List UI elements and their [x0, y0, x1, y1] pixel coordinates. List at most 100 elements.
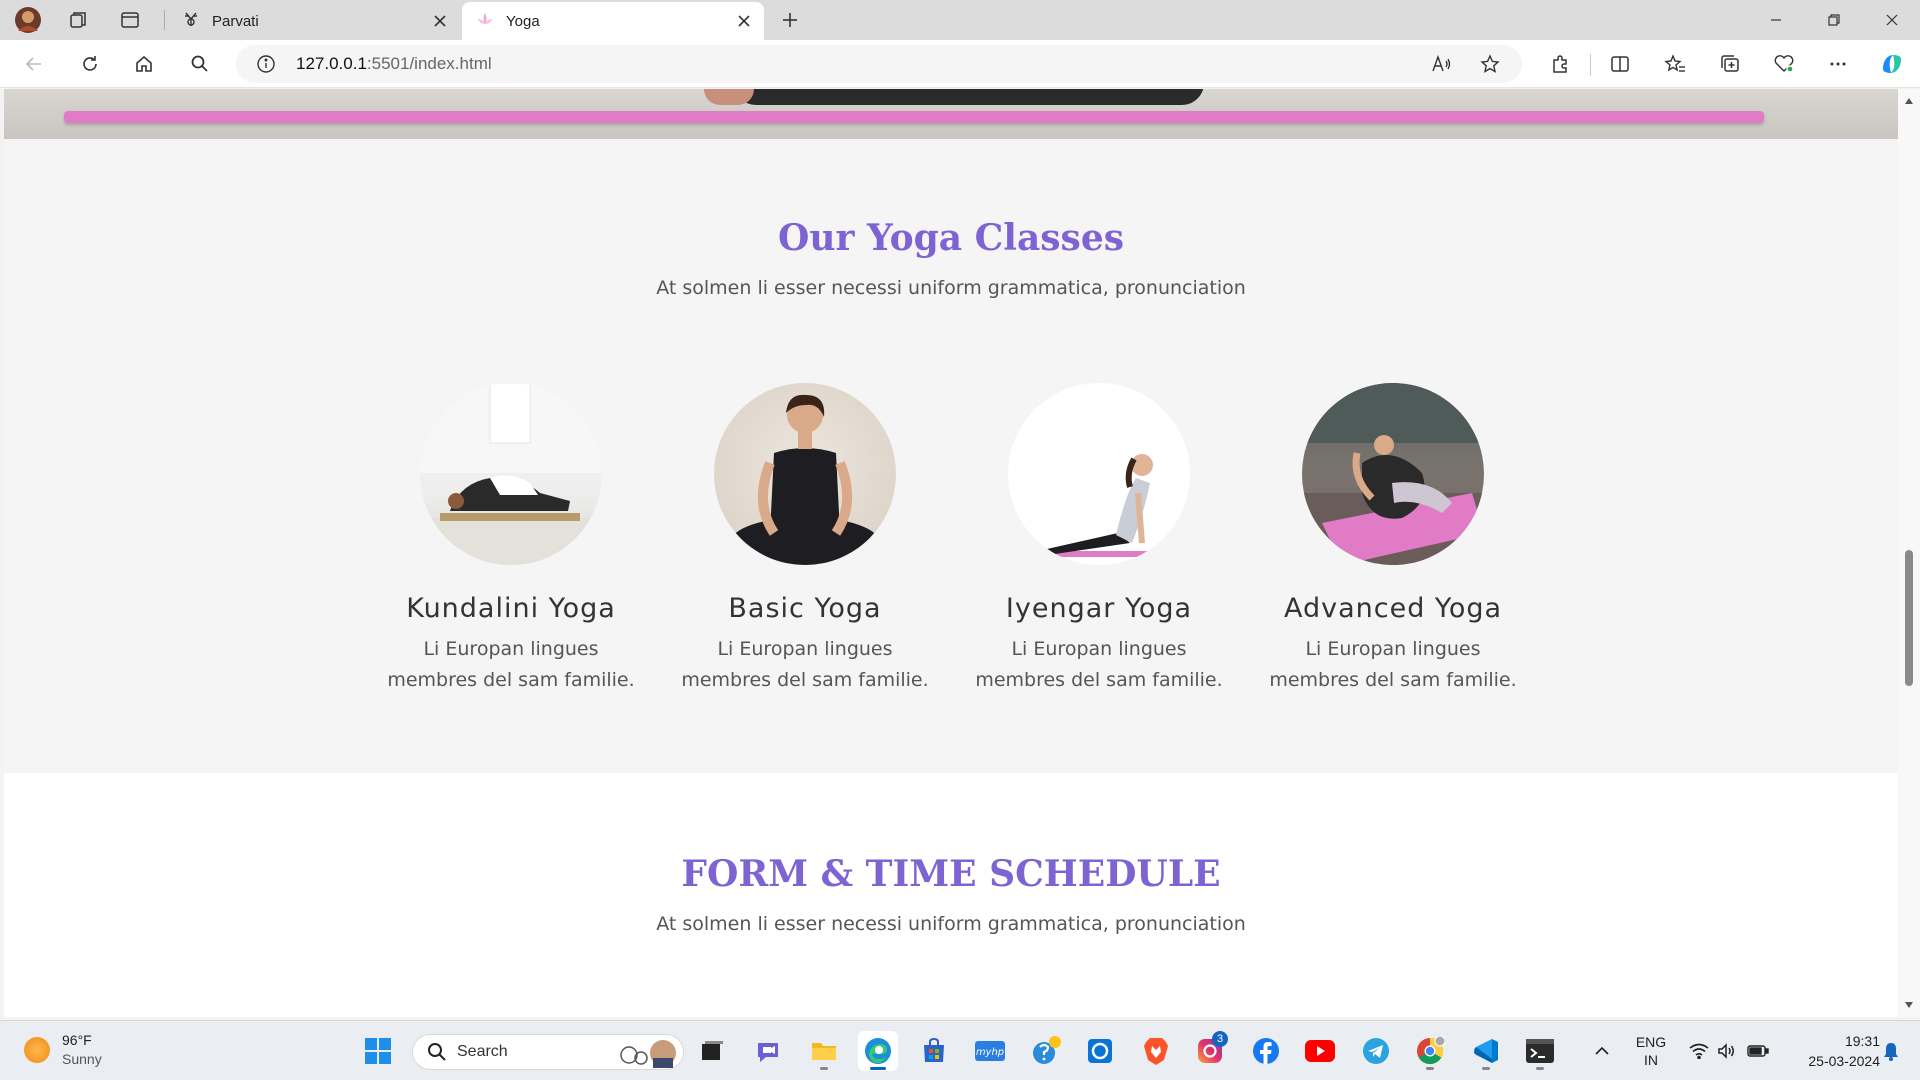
class-description: Li Europan lingues membres del sam famil… — [381, 634, 641, 696]
myhp-icon[interactable]: myhp — [970, 1031, 1010, 1071]
language-code: ENG — [1635, 1034, 1667, 1050]
new-tab-button[interactable] — [772, 4, 808, 36]
page-scrollbar[interactable] — [1898, 89, 1920, 1017]
clock-date: 25-03-2024 — [1808, 1053, 1880, 1069]
cortana-icon[interactable] — [1080, 1031, 1120, 1071]
refresh-button[interactable] — [70, 46, 110, 82]
class-description-line: membres del sam familie. — [975, 669, 1223, 691]
windows-taskbar: 96°F Sunny Search myhp 3 ENG IN 19:31 25… — [0, 1020, 1920, 1080]
kundalini-yoga-photo — [420, 383, 602, 565]
language-indicator[interactable]: ENG IN — [1626, 1021, 1676, 1080]
home-button[interactable] — [124, 46, 164, 82]
class-description: Li Europan lingues membres del sam famil… — [675, 634, 935, 696]
browser-tab-bar: Parvati Yoga — [0, 0, 1920, 40]
toolbar-divider — [1590, 54, 1591, 76]
url-text[interactable]: 127.0.0.1:5501/index.html — [296, 45, 492, 83]
region-code: IN — [1644, 1052, 1658, 1068]
copilot-icon[interactable] — [1872, 46, 1912, 82]
collections-icon[interactable] — [1710, 46, 1750, 82]
class-description-line: Li Europan lingues — [717, 638, 893, 660]
instagram-icon[interactable]: 3 — [1190, 1031, 1230, 1071]
running-indicator — [1482, 1067, 1490, 1070]
split-screen-icon[interactable] — [1600, 46, 1640, 82]
schedule-section: FORM & TIME SCHEDULE At solmen li esser … — [4, 773, 1898, 1017]
read-aloud-icon[interactable] — [1424, 48, 1460, 80]
class-name: Kundalini Yoga — [406, 593, 616, 624]
microsoft-store-icon[interactable] — [914, 1031, 954, 1071]
youtube-icon[interactable] — [1300, 1031, 1340, 1071]
class-card-advanced[interactable]: Advanced Yoga Li Europan lingues membres… — [1263, 383, 1523, 696]
brave-browser-icon[interactable] — [1136, 1031, 1176, 1071]
advanced-yoga-photo — [1302, 383, 1484, 565]
address-bar[interactable]: 127.0.0.1:5501/index.html — [236, 45, 1522, 83]
restore-button[interactable] — [1806, 0, 1862, 40]
url-host: 127.0.0.1 — [296, 54, 367, 73]
scroll-thumb[interactable] — [1905, 550, 1913, 686]
search-label: Search — [457, 1043, 508, 1060]
search-highlight-icon — [615, 1038, 679, 1073]
chrome-icon[interactable] — [1410, 1031, 1450, 1071]
search-icon[interactable] — [180, 46, 220, 82]
url-path: :5501/index.html — [366, 54, 492, 73]
basic-yoga-photo — [714, 383, 896, 565]
close-tab-icon[interactable] — [426, 7, 454, 35]
teams-chat-icon[interactable] — [748, 1031, 788, 1071]
close-window-button[interactable] — [1864, 0, 1920, 40]
wifi-icon[interactable] — [1684, 1021, 1714, 1080]
clock[interactable]: 19:31 25-03-2024 — [1780, 1031, 1880, 1071]
favorites-icon[interactable] — [1655, 46, 1695, 82]
section-subtitle: At solmen li esser necessi uniform gramm… — [656, 913, 1246, 935]
class-card-iyengar[interactable]: Iyengar Yoga Li Europan lingues membres … — [969, 383, 1229, 696]
vertical-tabs-icon[interactable] — [110, 4, 150, 36]
close-tab-icon[interactable] — [730, 7, 758, 35]
clock-time: 19:31 — [1844, 1033, 1880, 1049]
start-button[interactable] — [358, 1031, 398, 1071]
tab-parvati[interactable]: Parvati — [168, 2, 460, 40]
scroll-down-icon[interactable] — [1903, 999, 1915, 1011]
facebook-icon[interactable] — [1246, 1031, 1286, 1071]
yoga-mat-image — [64, 111, 1764, 123]
section-subtitle: At solmen li esser necessi uniform gramm… — [656, 277, 1246, 299]
volume-icon[interactable] — [1712, 1021, 1742, 1080]
show-hidden-icons-chevron-icon[interactable] — [1590, 1021, 1614, 1080]
taskbar-search-box[interactable]: Search — [412, 1034, 684, 1070]
minimize-button[interactable] — [1748, 0, 1804, 40]
tab-yoga[interactable]: Yoga — [462, 2, 764, 40]
section-title: FORM & TIME SCHEDULE — [681, 853, 1221, 895]
scroll-up-icon[interactable] — [1903, 95, 1915, 107]
class-description: Li Europan lingues membres del sam famil… — [1263, 634, 1523, 696]
file-explorer-icon[interactable] — [804, 1031, 844, 1071]
vscode-icon[interactable] — [1466, 1031, 1506, 1071]
task-view-icon[interactable] — [692, 1031, 732, 1071]
site-info-icon[interactable] — [248, 48, 284, 80]
iyengar-yoga-photo — [1008, 383, 1190, 565]
notification-bell-icon[interactable] — [1876, 1021, 1906, 1080]
tab-title: Parvati — [212, 12, 259, 30]
class-description: Li Europan lingues membres del sam famil… — [969, 634, 1229, 696]
profile-avatar-icon[interactable] — [8, 4, 48, 36]
tab-title: Yoga — [506, 12, 540, 30]
yoga-classes-section: Our Yoga Classes At solmen li esser nece… — [4, 139, 1898, 773]
battery-icon[interactable] — [1742, 1021, 1774, 1080]
edge-browser-icon[interactable] — [858, 1031, 898, 1071]
page-viewport: Our Yoga Classes At solmen li esser nece… — [4, 89, 1898, 1017]
class-description-line: membres del sam familie. — [681, 669, 929, 691]
class-card-basic[interactable]: Basic Yoga Li Europan lingues membres de… — [675, 383, 935, 696]
terminal-icon[interactable] — [1520, 1031, 1560, 1071]
quick-assist-icon[interactable] — [1026, 1031, 1066, 1071]
class-description-line: membres del sam familie. — [387, 669, 635, 691]
running-indicator — [1536, 1067, 1544, 1070]
browser-essentials-icon[interactable] — [1764, 46, 1804, 82]
back-button[interactable] — [14, 46, 54, 82]
class-card-kundalini[interactable]: Kundalini Yoga Li Europan lingues membre… — [381, 383, 641, 696]
extensions-icon[interactable] — [1540, 46, 1580, 82]
weather-widget[interactable]: 96°F Sunny — [24, 1031, 102, 1069]
running-indicator — [1426, 1067, 1434, 1070]
more-menu-icon[interactable] — [1818, 46, 1858, 82]
class-name: Advanced Yoga — [1283, 593, 1503, 624]
favorite-star-icon[interactable] — [1472, 48, 1508, 80]
workspaces-icon[interactable] — [58, 4, 98, 36]
telegram-icon[interactable] — [1356, 1031, 1396, 1071]
svg-text:myhp: myhp — [976, 1047, 1004, 1058]
class-name: Iyengar Yoga — [1005, 593, 1193, 624]
